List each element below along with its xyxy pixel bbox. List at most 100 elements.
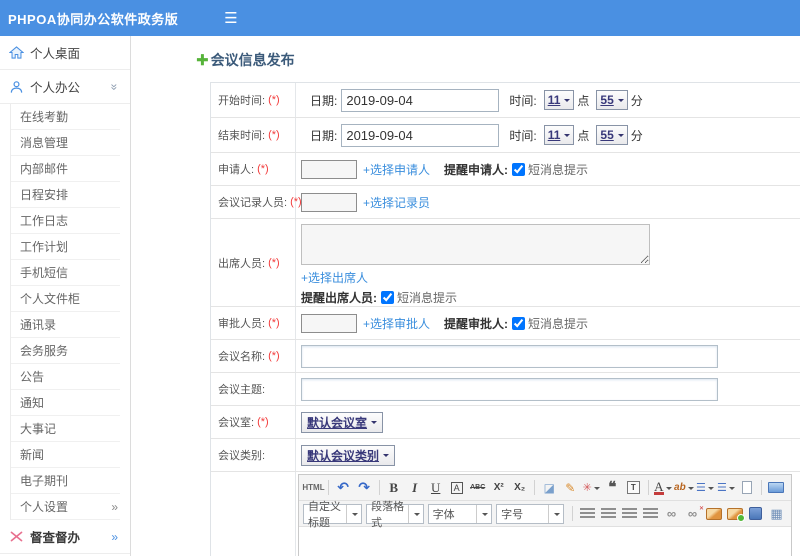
bold-icon[interactable]: B bbox=[384, 478, 403, 498]
align-center-icon[interactable] bbox=[601, 508, 617, 519]
select-approver-link[interactable]: +选择审批人 bbox=[363, 315, 430, 332]
font-family-dropdown[interactable]: 字体 bbox=[427, 503, 493, 524]
approver-input[interactable] bbox=[301, 313, 357, 333]
sidebar-item-news[interactable]: 新闻 bbox=[11, 442, 120, 468]
unlink-icon[interactable]: ∞ bbox=[683, 504, 704, 524]
sidebar-item-meeting-service[interactable]: 会务服务 bbox=[11, 338, 120, 364]
select-applicant-link[interactable]: +选择申请人 bbox=[363, 161, 430, 178]
meeting-name-input[interactable] bbox=[301, 344, 718, 368]
align-justify-icon[interactable] bbox=[643, 508, 659, 519]
dropdown-arrow-icon bbox=[707, 486, 714, 493]
sidebar-item-work-plan[interactable]: 工作计划 bbox=[11, 234, 120, 260]
format-brush-icon[interactable]: ✎ bbox=[561, 478, 580, 498]
new-page-icon[interactable] bbox=[741, 481, 752, 494]
quick-format-icon[interactable]: ✳ bbox=[583, 481, 592, 494]
italic-icon[interactable]: I bbox=[405, 478, 424, 498]
sidebar-item-message-management[interactable]: 消息管理 bbox=[11, 130, 120, 156]
sidebar-item-personal-settings[interactable]: 个人设置 » bbox=[11, 494, 120, 520]
select-recorder-link[interactable]: +选择记录员 bbox=[363, 194, 430, 211]
attendees-textarea[interactable] bbox=[301, 224, 650, 265]
start-minute-select[interactable]: 55 bbox=[596, 90, 628, 110]
dropdown-arrow-icon bbox=[564, 134, 571, 140]
superscript-icon[interactable]: X² bbox=[489, 478, 508, 498]
text-style-icon[interactable]: A bbox=[450, 481, 463, 494]
field-label: 出席人员: bbox=[218, 257, 266, 270]
form-row-applicant: 申请人: (*) +选择申请人 提醒申请人: 短消息提示 bbox=[211, 153, 800, 186]
sidebar-item-internal-mail[interactable]: 内部邮件 bbox=[11, 156, 120, 182]
field-label: 会议名称: bbox=[218, 351, 266, 363]
sidebar-item-online-attendance[interactable]: 在线考勤 bbox=[11, 104, 120, 130]
form-row-recorder: 会议记录人员: (*) +选择记录员 bbox=[211, 186, 800, 219]
sms-remind-applicant-checkbox[interactable] bbox=[512, 162, 526, 176]
sidebar-item-desktop[interactable]: 个人桌面 bbox=[0, 36, 130, 70]
sidebar-item-supervision[interactable]: 督查督办 » bbox=[0, 520, 130, 554]
sms-remind-attendees-checkbox[interactable] bbox=[381, 291, 394, 304]
meeting-category-select[interactable]: 默认会议类别 bbox=[301, 444, 396, 466]
end-minute-select[interactable]: 55 bbox=[596, 125, 628, 145]
image-icon[interactable] bbox=[705, 507, 722, 520]
start-date-input[interactable] bbox=[341, 88, 500, 112]
undo-icon[interactable]: ↶ bbox=[334, 478, 353, 498]
unordered-list-icon[interactable]: ☰ bbox=[717, 481, 727, 494]
minute-unit-label: 分 bbox=[630, 93, 643, 108]
sidebar: 个人桌面 个人办公 » 在线考勤 消息管理 内部邮件 日程安排 工作日志 工作计… bbox=[0, 36, 131, 556]
sidebar-item-contacts[interactable]: 通讯录 bbox=[11, 312, 120, 338]
applicant-input[interactable] bbox=[301, 159, 357, 179]
sidebar-item-notice[interactable]: 通知 bbox=[11, 390, 120, 416]
ordered-list-icon[interactable]: ☰ bbox=[696, 481, 706, 494]
select-attendees-link[interactable]: +选择出席人 bbox=[301, 269, 368, 286]
editor-toolbar-row2: 自定义标题 段落格式 字体 字号 ∞ ∞ ✕ ▦ bbox=[299, 501, 791, 529]
sidebar-item-office[interactable]: 个人办公 » bbox=[0, 70, 130, 104]
font-size-dropdown[interactable]: 字号 bbox=[496, 503, 565, 524]
dropdown-arrow-icon bbox=[482, 512, 489, 519]
paragraph-format-dropdown[interactable]: 段落格式 bbox=[366, 501, 424, 529]
sidebar-item-label: 个人桌面 bbox=[30, 47, 81, 61]
date-label: 日期: bbox=[310, 93, 338, 108]
sidebar-submenu: 在线考勤 消息管理 内部邮件 日程安排 工作日志 工作计划 手机短信 个人文件柜… bbox=[10, 104, 120, 520]
dropdown-arrow-icon bbox=[352, 512, 359, 519]
dropdown-arrow-icon bbox=[617, 134, 624, 140]
table-icon[interactable]: ▦ bbox=[767, 504, 786, 524]
media-icon[interactable] bbox=[749, 507, 763, 520]
dropdown-arrow-icon bbox=[593, 486, 600, 493]
custom-title-dropdown[interactable]: 自定义标题 bbox=[303, 501, 363, 529]
sidebar-item-memorabilia[interactable]: 大事记 bbox=[11, 416, 120, 442]
link-icon[interactable]: ∞ bbox=[662, 504, 681, 524]
sidebar-item-e-journal[interactable]: 电子期刊 bbox=[11, 468, 120, 494]
sidebar-item-schedule[interactable]: 日程安排 bbox=[11, 182, 120, 208]
font-color-icon[interactable]: A bbox=[654, 480, 664, 495]
start-hour-select[interactable]: 11 bbox=[543, 90, 575, 110]
html-source-button[interactable]: HTML bbox=[302, 478, 324, 498]
align-left-icon[interactable] bbox=[580, 508, 596, 519]
recorder-input[interactable] bbox=[301, 192, 357, 212]
end-date-input[interactable] bbox=[341, 123, 500, 147]
chevron-double-down-icon: » bbox=[107, 83, 122, 90]
sidebar-item-work-log[interactable]: 工作日志 bbox=[11, 208, 120, 234]
highlight-color-icon[interactable]: ab bbox=[674, 482, 686, 493]
hamburger-menu-icon[interactable]: ☰ bbox=[224, 9, 237, 27]
subscript-icon[interactable]: X₂ bbox=[510, 478, 529, 498]
underline-icon[interactable]: U bbox=[426, 478, 445, 498]
chevron-right-icon: » bbox=[111, 499, 118, 514]
align-right-icon[interactable] bbox=[622, 508, 638, 519]
end-hour-select[interactable]: 11 bbox=[543, 125, 575, 145]
sms-remind-label: 短消息提示 bbox=[528, 162, 589, 177]
image-upload-icon[interactable] bbox=[726, 507, 745, 522]
fullscreen-icon[interactable] bbox=[768, 482, 785, 493]
editor-content[interactable] bbox=[299, 527, 791, 556]
form-row-meeting-room: 会议室: (*) 默认会议室 bbox=[211, 406, 800, 439]
sms-remind-approver-checkbox[interactable] bbox=[512, 316, 526, 330]
sidebar-item-personal-file-cabinet[interactable]: 个人文件柜 bbox=[11, 286, 120, 312]
sidebar-item-announcement[interactable]: 公告 bbox=[11, 364, 120, 390]
eraser-icon[interactable]: ◪ bbox=[540, 478, 559, 498]
redo-icon[interactable]: ↷ bbox=[355, 478, 374, 498]
meeting-room-select[interactable]: 默认会议室 bbox=[301, 411, 384, 433]
blockquote-icon[interactable]: ❝ bbox=[603, 478, 622, 498]
field-label: 开始时间: bbox=[218, 95, 266, 107]
paste-icon[interactable]: T bbox=[626, 481, 640, 494]
sidebar-item-sms[interactable]: 手机短信 bbox=[11, 260, 120, 286]
strikethrough-icon[interactable]: ABC bbox=[468, 478, 487, 498]
required-marker: (*) bbox=[268, 94, 280, 106]
meeting-topic-input[interactable] bbox=[301, 377, 718, 401]
hour-unit-label: 点 bbox=[577, 93, 590, 108]
